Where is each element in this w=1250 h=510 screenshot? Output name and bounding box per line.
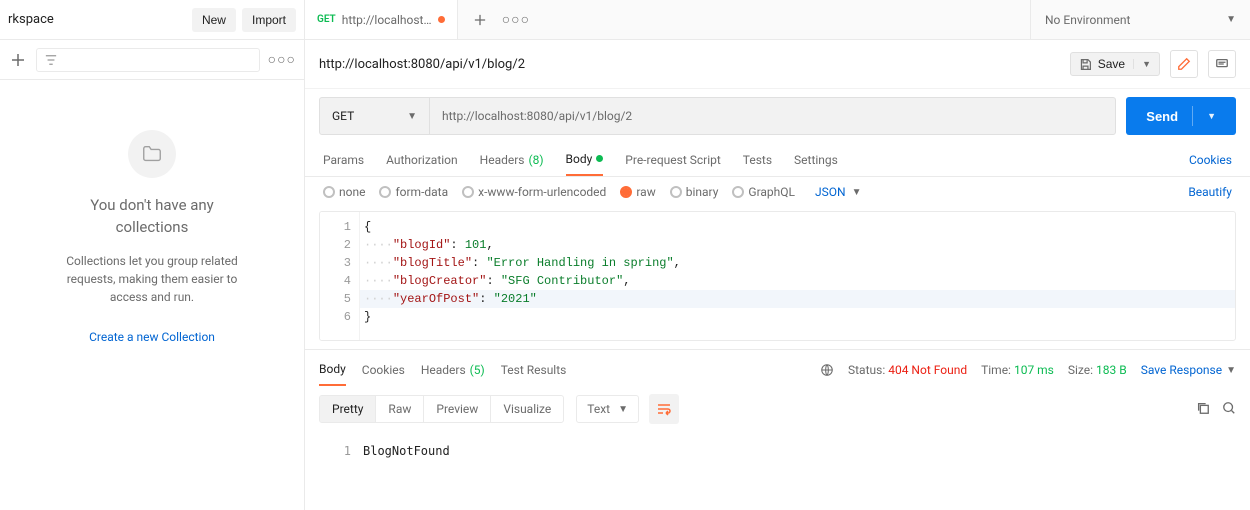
body-graphql[interactable]: GraphQL: [732, 185, 795, 199]
status: Status: 404 Not Found: [848, 363, 967, 377]
empty-title-2: collections: [116, 218, 189, 236]
body-xwww[interactable]: x-www-form-urlencoded: [462, 185, 606, 199]
edit-icon[interactable]: [1170, 50, 1198, 78]
url-input[interactable]: http://localhost:8080/api/v1/blog/2: [430, 109, 1115, 123]
body-editor[interactable]: 123456 {····"blogId": 101,····"blogTitle…: [319, 211, 1236, 341]
create-collection-link[interactable]: Create a new Collection: [89, 330, 215, 344]
editor-gutter: 123456: [320, 212, 360, 340]
environment-label: No Environment: [1045, 13, 1130, 27]
copy-icon[interactable]: [1196, 401, 1210, 418]
time: Time: 107 ms: [981, 363, 1054, 377]
request-subtabs: Params Authorization Headers (8) Body Pr…: [305, 143, 1250, 177]
add-icon[interactable]: [8, 50, 28, 70]
method-label: GET: [332, 109, 354, 123]
save-button-label: Save: [1098, 57, 1125, 71]
request-title[interactable]: http://localhost:8080/api/v1/blog/2: [319, 57, 525, 72]
send-button[interactable]: Send ▼: [1126, 97, 1236, 135]
save-response-button[interactable]: Save Response ▼: [1141, 363, 1236, 377]
beautify-button[interactable]: Beautify: [1188, 185, 1232, 199]
more-icon[interactable]: ○○○: [268, 51, 296, 68]
import-button[interactable]: Import: [242, 8, 296, 32]
fmt-raw[interactable]: Raw: [376, 396, 424, 422]
search-icon[interactable]: [1222, 401, 1236, 418]
send-caret-icon[interactable]: ▼: [1192, 106, 1216, 126]
raw-format-select[interactable]: JSON ▼: [815, 185, 861, 199]
chevron-down-icon: ▼: [407, 111, 417, 122]
response-tabs: Body Cookies Headers (5) Test Results: [319, 354, 566, 386]
tab-body[interactable]: Body: [566, 143, 604, 176]
request-tab[interactable]: GET http://localhost:80...: [305, 0, 458, 39]
empty-title-1: You don't have any: [90, 196, 214, 214]
response-format-bar: Pretty Raw Preview Visualize Text ▼: [305, 386, 1250, 432]
wrap-lines-icon[interactable]: [649, 394, 679, 424]
chevron-down-icon: ▼: [1226, 365, 1236, 376]
unsaved-indicator-icon: [438, 16, 445, 23]
main: GET http://localhost:80... ○○○ No Enviro…: [305, 0, 1250, 510]
response-body[interactable]: 1 BlogNotFound: [305, 432, 1250, 466]
response-meta: Status: 404 Not Found Time: 107 ms Size:…: [820, 363, 1236, 377]
fmt-visualize[interactable]: Visualize: [491, 396, 563, 422]
tab-method: GET: [317, 14, 336, 25]
editor-content[interactable]: {····"blogId": 101,····"blogTitle": "Err…: [360, 212, 1235, 340]
fmt-preview[interactable]: Preview: [424, 396, 491, 422]
tab-authorization[interactable]: Authorization: [386, 143, 458, 176]
size: Size: 183 B: [1068, 363, 1127, 377]
tab-more-icon[interactable]: ○○○: [502, 11, 530, 28]
tab-params[interactable]: Params: [323, 143, 364, 176]
body-none[interactable]: none: [323, 185, 365, 199]
tab-actions: ○○○: [458, 10, 542, 30]
workspace-label[interactable]: rkspace: [8, 12, 54, 27]
response-type-select[interactable]: Text ▼: [576, 395, 639, 423]
fmt-pretty[interactable]: Pretty: [320, 396, 376, 422]
sidebar-subbar: ○○○: [0, 40, 304, 80]
chevron-down-icon: ▼: [852, 187, 862, 198]
new-tab-icon[interactable]: [470, 10, 490, 30]
empty-description: Collections let you group related reques…: [52, 252, 252, 306]
filter-input[interactable]: [36, 48, 260, 72]
request-title-bar: http://localhost:8080/api/v1/blog/2 Save…: [305, 40, 1250, 89]
environment-selector[interactable]: No Environment ▼: [1030, 0, 1250, 39]
body-options: none form-data x-www-form-urlencoded raw…: [305, 177, 1250, 207]
tab-headers[interactable]: Headers (8): [480, 143, 544, 176]
sidebar-empty-state: You don't have any collections Collectio…: [0, 80, 304, 510]
method-url-box: GET ▼ http://localhost:8080/api/v1/blog/…: [319, 97, 1116, 135]
save-button[interactable]: Save ▼: [1070, 52, 1160, 76]
response-header: Body Cookies Headers (5) Test Results St…: [305, 349, 1250, 386]
body-binary[interactable]: binary: [670, 185, 719, 199]
body-raw[interactable]: raw: [620, 185, 655, 199]
tab-settings[interactable]: Settings: [794, 143, 838, 176]
new-button[interactable]: New: [192, 8, 236, 32]
resp-tab-cookies[interactable]: Cookies: [362, 354, 405, 386]
method-select[interactable]: GET ▼: [320, 98, 430, 134]
tab-tests[interactable]: Tests: [743, 143, 772, 176]
request-row: GET ▼ http://localhost:8080/api/v1/blog/…: [305, 89, 1250, 143]
tab-prerequest[interactable]: Pre-request Script: [625, 143, 720, 176]
body-modified-indicator-icon: [596, 155, 603, 162]
tab-title: http://localhost:80...: [342, 13, 432, 27]
response-format-group: Pretty Raw Preview Visualize: [319, 395, 564, 423]
resp-tab-testresults[interactable]: Test Results: [501, 354, 567, 386]
chevron-down-icon: ▼: [1226, 14, 1236, 25]
body-formdata[interactable]: form-data: [379, 185, 448, 199]
resp-tab-body[interactable]: Body: [319, 354, 346, 386]
save-caret-icon[interactable]: ▼: [1133, 59, 1151, 69]
cookies-link[interactable]: Cookies: [1189, 153, 1232, 167]
chevron-down-icon: ▼: [618, 404, 628, 415]
tabbar: GET http://localhost:80... ○○○ No Enviro…: [305, 0, 1250, 40]
comment-icon[interactable]: [1208, 50, 1236, 78]
folder-icon: [128, 130, 176, 178]
response-gutter: 1: [319, 436, 359, 466]
globe-icon[interactable]: [820, 363, 834, 377]
response-content: BlogNotFound: [359, 436, 1236, 466]
sidebar: rkspace New Import ○○○ You don't have an…: [0, 0, 305, 510]
resp-tab-headers[interactable]: Headers (5): [421, 354, 485, 386]
send-button-label: Send: [1146, 109, 1178, 124]
sidebar-header: rkspace New Import: [0, 0, 304, 40]
